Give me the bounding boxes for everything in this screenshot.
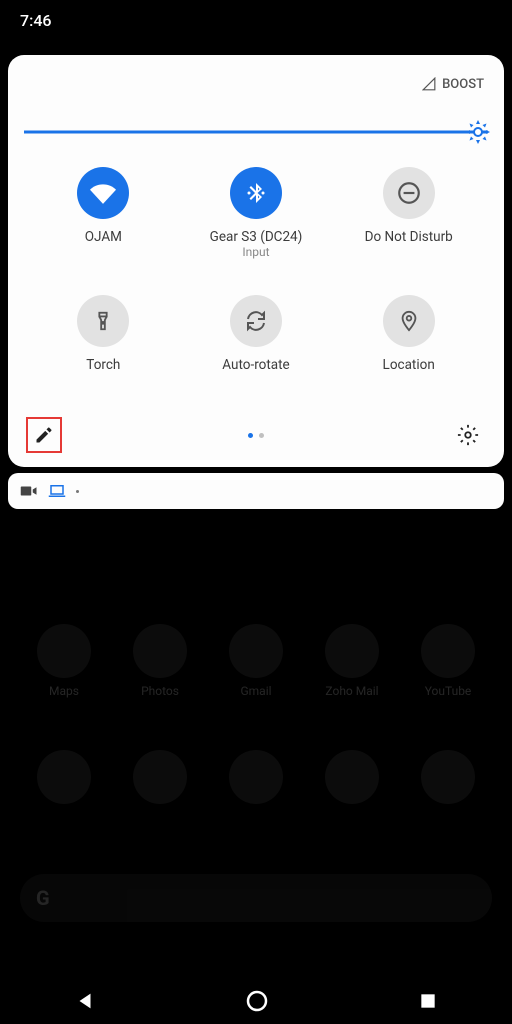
app-label: Photos: [141, 684, 179, 698]
tile-label: Torch: [86, 357, 120, 373]
autorotate-icon: [230, 295, 282, 347]
chrome-icon: [229, 750, 283, 804]
brightness-slider[interactable]: [24, 125, 488, 139]
boost-label: BOOST: [442, 77, 484, 92]
recents-button[interactable]: [418, 991, 438, 1015]
notif-dot: [76, 490, 79, 493]
tile-grid: OJAM Gear S3 (DC24)Input Do Not Disturb …: [20, 167, 492, 413]
page-dot-active: [248, 433, 253, 438]
wifi-icon: [77, 167, 129, 219]
messages-icon: [325, 750, 379, 804]
app-label: Maps: [49, 684, 79, 698]
gear-icon: [457, 424, 479, 446]
location-icon: [383, 295, 435, 347]
slider-thumb[interactable]: [466, 120, 490, 144]
boost-indicator[interactable]: BOOST: [422, 77, 484, 92]
tile-torch[interactable]: Torch: [32, 295, 175, 393]
tile-wifi[interactable]: OJAM: [32, 167, 175, 265]
app-row-1: Maps Photos Gmail Zoho Mail YouTube: [0, 610, 512, 712]
app-chrome[interactable]: [229, 750, 283, 804]
home-screen: Maps Photos Gmail Zoho Mail YouTube G: [0, 610, 512, 982]
photos-icon: [133, 624, 187, 678]
tile-location[interactable]: Location: [337, 295, 480, 393]
qs-footer: [20, 413, 492, 457]
clock-time: 7:46: [20, 11, 52, 30]
tile-label: Location: [383, 357, 435, 373]
flashlight-icon: [77, 295, 129, 347]
app-camera[interactable]: [421, 750, 475, 804]
page-indicator: [248, 433, 264, 438]
phone-icon: [133, 750, 187, 804]
quick-settings-panel: BOOST OJAM Gear S3 (DC24)Input Do Not Di…: [8, 55, 504, 467]
back-icon: [74, 990, 96, 1012]
tile-dnd[interactable]: Do Not Disturb: [337, 167, 480, 265]
play-icon: [37, 750, 91, 804]
app-label: Zoho Mail: [325, 684, 378, 698]
gmail-icon: [229, 624, 283, 678]
tile-label: Auto-rotate: [222, 357, 289, 373]
tile-label: Gear S3 (DC24): [210, 229, 303, 245]
settings-button[interactable]: [450, 417, 486, 453]
app-gmail[interactable]: Gmail: [229, 624, 283, 698]
app-label: Gmail: [240, 684, 271, 698]
edit-button[interactable]: [26, 417, 62, 453]
slider-track: [24, 131, 488, 134]
recents-icon: [418, 991, 438, 1011]
pencil-icon: [34, 425, 54, 445]
youtube-icon: [421, 624, 475, 678]
app-zohomail[interactable]: Zoho Mail: [325, 624, 379, 698]
maps-icon: [37, 624, 91, 678]
app-play[interactable]: [37, 750, 91, 804]
dnd-icon: [383, 167, 435, 219]
app-row-2: [0, 736, 512, 818]
qs-header: BOOST: [20, 71, 492, 97]
videocam-icon: [20, 484, 38, 498]
app-messages[interactable]: [325, 750, 379, 804]
google-g-icon: G: [36, 886, 50, 910]
status-bar: 7:46: [0, 0, 512, 40]
home-icon: [245, 989, 269, 1013]
laptop-icon: [48, 484, 66, 498]
tile-autorotate[interactable]: Auto-rotate: [185, 295, 328, 393]
page-dot-inactive: [259, 433, 264, 438]
zohomail-icon: [325, 624, 379, 678]
app-maps[interactable]: Maps: [37, 624, 91, 698]
signal-icon: [422, 77, 436, 91]
tile-bluetooth[interactable]: Gear S3 (DC24)Input: [185, 167, 328, 265]
back-button[interactable]: [74, 990, 96, 1016]
notification-bar[interactable]: [8, 473, 504, 509]
camera-icon: [421, 750, 475, 804]
home-button[interactable]: [245, 989, 269, 1017]
app-phone[interactable]: [133, 750, 187, 804]
search-bar[interactable]: G: [20, 874, 492, 922]
tile-sublabel: Input: [210, 245, 303, 259]
brightness-icon: [466, 120, 490, 144]
tile-label: Do Not Disturb: [365, 229, 453, 245]
app-youtube[interactable]: YouTube: [421, 624, 475, 698]
app-photos[interactable]: Photos: [133, 624, 187, 698]
tile-label: OJAM: [85, 229, 122, 245]
app-label: YouTube: [425, 684, 472, 698]
navigation-bar: [0, 982, 512, 1024]
bluetooth-icon: [230, 167, 282, 219]
